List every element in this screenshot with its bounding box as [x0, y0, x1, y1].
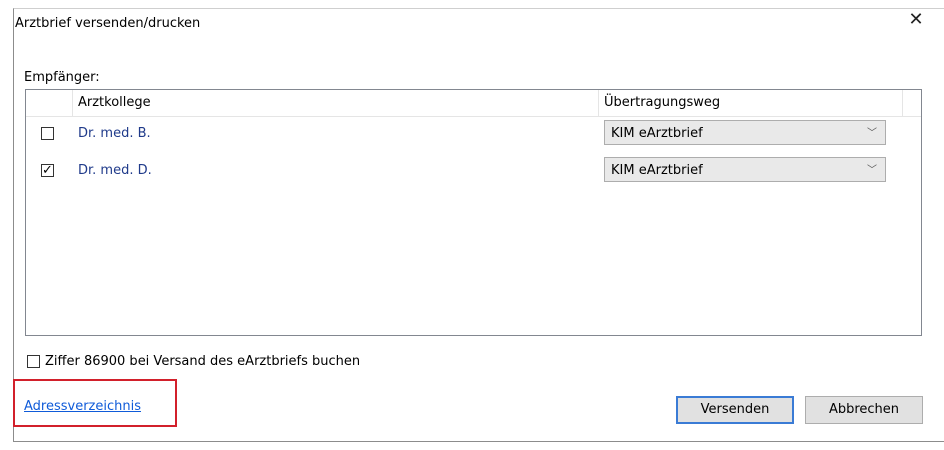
recipients-list[interactable]: Arztkollege Übertragungsweg Dr. med. B. … [25, 89, 922, 336]
header-separator [598, 90, 599, 116]
list-header: Arztkollege Übertragungsweg [26, 90, 921, 117]
channel-select-value: KIM eArztbrief [611, 126, 703, 141]
recipient-name: Dr. med. D. [78, 163, 152, 178]
table-row[interactable]: ✓ Dr. med. D. KIM eArztbrief ﹀ [26, 154, 921, 186]
recipient-checkbox[interactable] [41, 127, 54, 140]
recipient-name: Dr. med. B. [78, 126, 151, 141]
recipient-checkbox[interactable]: ✓ [41, 164, 54, 177]
header-separator [902, 90, 903, 116]
ziffer-label: Ziffer 86900 bei Versand des eArztbriefs… [45, 354, 361, 369]
recipients-label: Empfänger: [24, 70, 100, 85]
channel-select-value: KIM eArztbrief [611, 163, 703, 178]
address-book-link[interactable]: Adressverzeichnis [24, 399, 141, 414]
send-button[interactable]: Versenden [676, 396, 794, 424]
header-separator [72, 90, 73, 116]
close-icon[interactable]: ✕ [905, 9, 927, 31]
ziffer-checkbox[interactable] [27, 355, 40, 368]
cancel-button[interactable]: Abbrechen [805, 396, 923, 424]
table-row[interactable]: Dr. med. B. KIM eArztbrief ﹀ [26, 117, 921, 149]
column-header-channel[interactable]: Übertragungsweg [604, 95, 720, 110]
dialog-title: Arztbrief versenden/drucken [15, 16, 201, 31]
chevron-down-icon: ﹀ [867, 165, 877, 176]
column-header-colleague[interactable]: Arztkollege [78, 95, 151, 110]
channel-select[interactable]: KIM eArztbrief ﹀ [604, 157, 886, 182]
channel-select[interactable]: KIM eArztbrief ﹀ [604, 120, 886, 145]
chevron-down-icon: ﹀ [867, 128, 877, 139]
